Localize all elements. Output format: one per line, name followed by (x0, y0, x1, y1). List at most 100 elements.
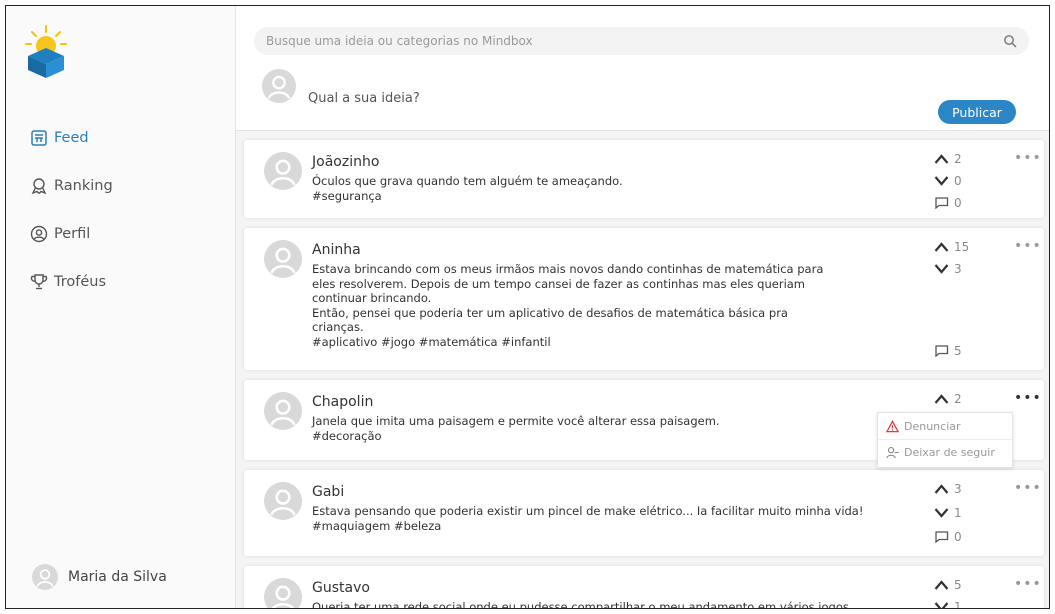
app-window: Feed Ranking Perfil Troféus Maria da Sil… (5, 5, 1050, 609)
user-name: Maria da Silva (68, 569, 167, 585)
unfollow-menu-item[interactable]: Deixar de seguir (878, 439, 1012, 465)
current-user[interactable]: Maria da Silva (32, 564, 167, 590)
sidebar-item-profile[interactable]: Perfil (30, 210, 113, 258)
sidebar-item-label: Ranking (54, 178, 113, 194)
report-menu-item[interactable]: Denunciar (878, 413, 1012, 439)
post-text: Queria ter uma rede social onde eu pudes… (312, 600, 849, 609)
post-author: Chapolin (312, 394, 374, 410)
upvote-count: 2 (954, 152, 962, 166)
avatar (264, 392, 302, 430)
downvote-count: 3 (954, 262, 962, 276)
comment-button[interactable]: 0 (934, 530, 962, 544)
sidebar: Feed Ranking Perfil Troféus Maria da Sil… (6, 6, 236, 608)
comment-icon (935, 345, 949, 357)
sidebar-item-feed[interactable]: Feed (30, 114, 113, 162)
post-text: Estava pensando que poderia existir um p… (312, 504, 864, 533)
profile-icon (30, 225, 48, 243)
more-options-button[interactable]: ••• (1014, 576, 1042, 592)
mindbox-logo-icon (25, 25, 67, 78)
comment-count: 0 (954, 196, 962, 210)
more-options-button[interactable]: ••• (1014, 480, 1042, 496)
user-avatar-icon (267, 75, 291, 99)
post-text: Janela que imita uma paisagem e permite … (312, 414, 720, 443)
comment-icon (935, 197, 949, 209)
trophy-icon (30, 274, 48, 290)
unfollow-user-icon (886, 447, 899, 459)
downvote-count: 0 (954, 174, 962, 188)
ranking-icon (31, 178, 47, 195)
user-avatar-icon (270, 489, 296, 516)
upvote-button[interactable]: 2 (934, 152, 962, 166)
user-avatar-icon (271, 585, 295, 608)
upvote-count: 5 (954, 578, 962, 592)
comment-count: 0 (954, 530, 962, 544)
more-options-button[interactable]: ••• (1014, 238, 1042, 254)
post-author: Gustavo (312, 580, 370, 596)
upvote-count: 15 (954, 240, 970, 254)
user-avatar-icon (270, 399, 296, 426)
downvote-button[interactable]: 1 (934, 506, 962, 520)
avatar (264, 482, 302, 520)
user-avatar-icon (270, 159, 296, 186)
user-avatar-icon (270, 247, 296, 274)
post-options-menu: Denunciar Deixar de seguir (877, 412, 1013, 468)
comment-button[interactable]: 5 (934, 344, 962, 358)
user-avatar-icon (36, 569, 54, 587)
search-icon[interactable] (1003, 34, 1017, 48)
sidebar-item-label: Troféus (54, 274, 107, 290)
top-bar: Busque uma ideia ou categorias no Mindbo… (236, 6, 1049, 131)
warning-icon (886, 419, 899, 432)
chevron-up-icon (934, 154, 949, 164)
more-options-button[interactable]: ••• (1014, 390, 1042, 406)
chevron-down-icon (934, 176, 949, 186)
search-input[interactable]: Busque uma ideia ou categorias no Mindbo… (254, 27, 1029, 55)
post-card: Joãozinho Óculos que grava quando tem al… (244, 140, 1044, 218)
chevron-up-icon (934, 484, 949, 494)
avatar (264, 240, 302, 278)
downvote-button[interactable]: 1 (934, 600, 962, 609)
upvote-button[interactable]: 5 (934, 578, 962, 592)
post-card: Gabi Estava pensando que poderia existir… (244, 470, 1044, 556)
downvote-count: 1 (954, 506, 962, 520)
post-card: Aninha Estava brincando com os meus irmã… (244, 228, 1044, 370)
chevron-up-icon (934, 394, 949, 404)
sidebar-item-label: Feed (54, 130, 89, 146)
post-text: Estava brincando com os meus irmãos mais… (312, 262, 824, 349)
sidebar-item-ranking[interactable]: Ranking (30, 162, 113, 210)
more-options-button[interactable]: ••• (1014, 150, 1042, 166)
sidebar-item-label: Perfil (54, 226, 91, 242)
post-text: Óculos que grava quando tem alguém te am… (312, 174, 623, 203)
upvote-button[interactable]: 3 (934, 482, 962, 496)
search-placeholder: Busque uma ideia ou categorias no Mindbo… (266, 34, 533, 48)
avatar (262, 69, 296, 103)
chevron-down-icon (934, 508, 949, 518)
upvote-button[interactable]: 15 (934, 240, 969, 254)
sidebar-nav: Feed Ranking Perfil Troféus (30, 114, 113, 306)
upvote-count: 2 (954, 392, 962, 406)
comment-button[interactable]: 0 (934, 196, 962, 210)
chevron-up-icon (934, 242, 949, 252)
avatar (32, 564, 58, 590)
upvote-count: 3 (954, 482, 962, 496)
avatar (264, 152, 302, 190)
sidebar-item-trophies[interactable]: Troféus (30, 258, 113, 306)
publish-button[interactable]: Publicar (938, 100, 1016, 124)
downvote-button[interactable]: 3 (934, 262, 962, 276)
unfollow-label: Deixar de seguir (904, 446, 995, 459)
comment-count: 5 (954, 344, 962, 358)
chevron-down-icon (934, 602, 949, 608)
upvote-button[interactable]: 2 (934, 392, 962, 406)
post-card: Gustavo Queria ter uma rede social onde … (244, 566, 1044, 609)
post-author: Aninha (312, 242, 361, 258)
chevron-up-icon (934, 580, 949, 590)
idea-input[interactable]: Qual a sua ideia? (308, 91, 420, 106)
report-label: Denunciar (904, 419, 961, 433)
post-author: Joãozinho (312, 154, 380, 170)
downvote-count: 1 (954, 600, 962, 609)
main-feed: Busque uma ideia ou categorias no Mindbo… (236, 6, 1049, 608)
chevron-down-icon (934, 264, 949, 274)
downvote-button[interactable]: 0 (934, 174, 962, 188)
post-author: Gabi (312, 484, 345, 500)
feed-icon (31, 130, 47, 146)
comment-icon (935, 531, 949, 543)
